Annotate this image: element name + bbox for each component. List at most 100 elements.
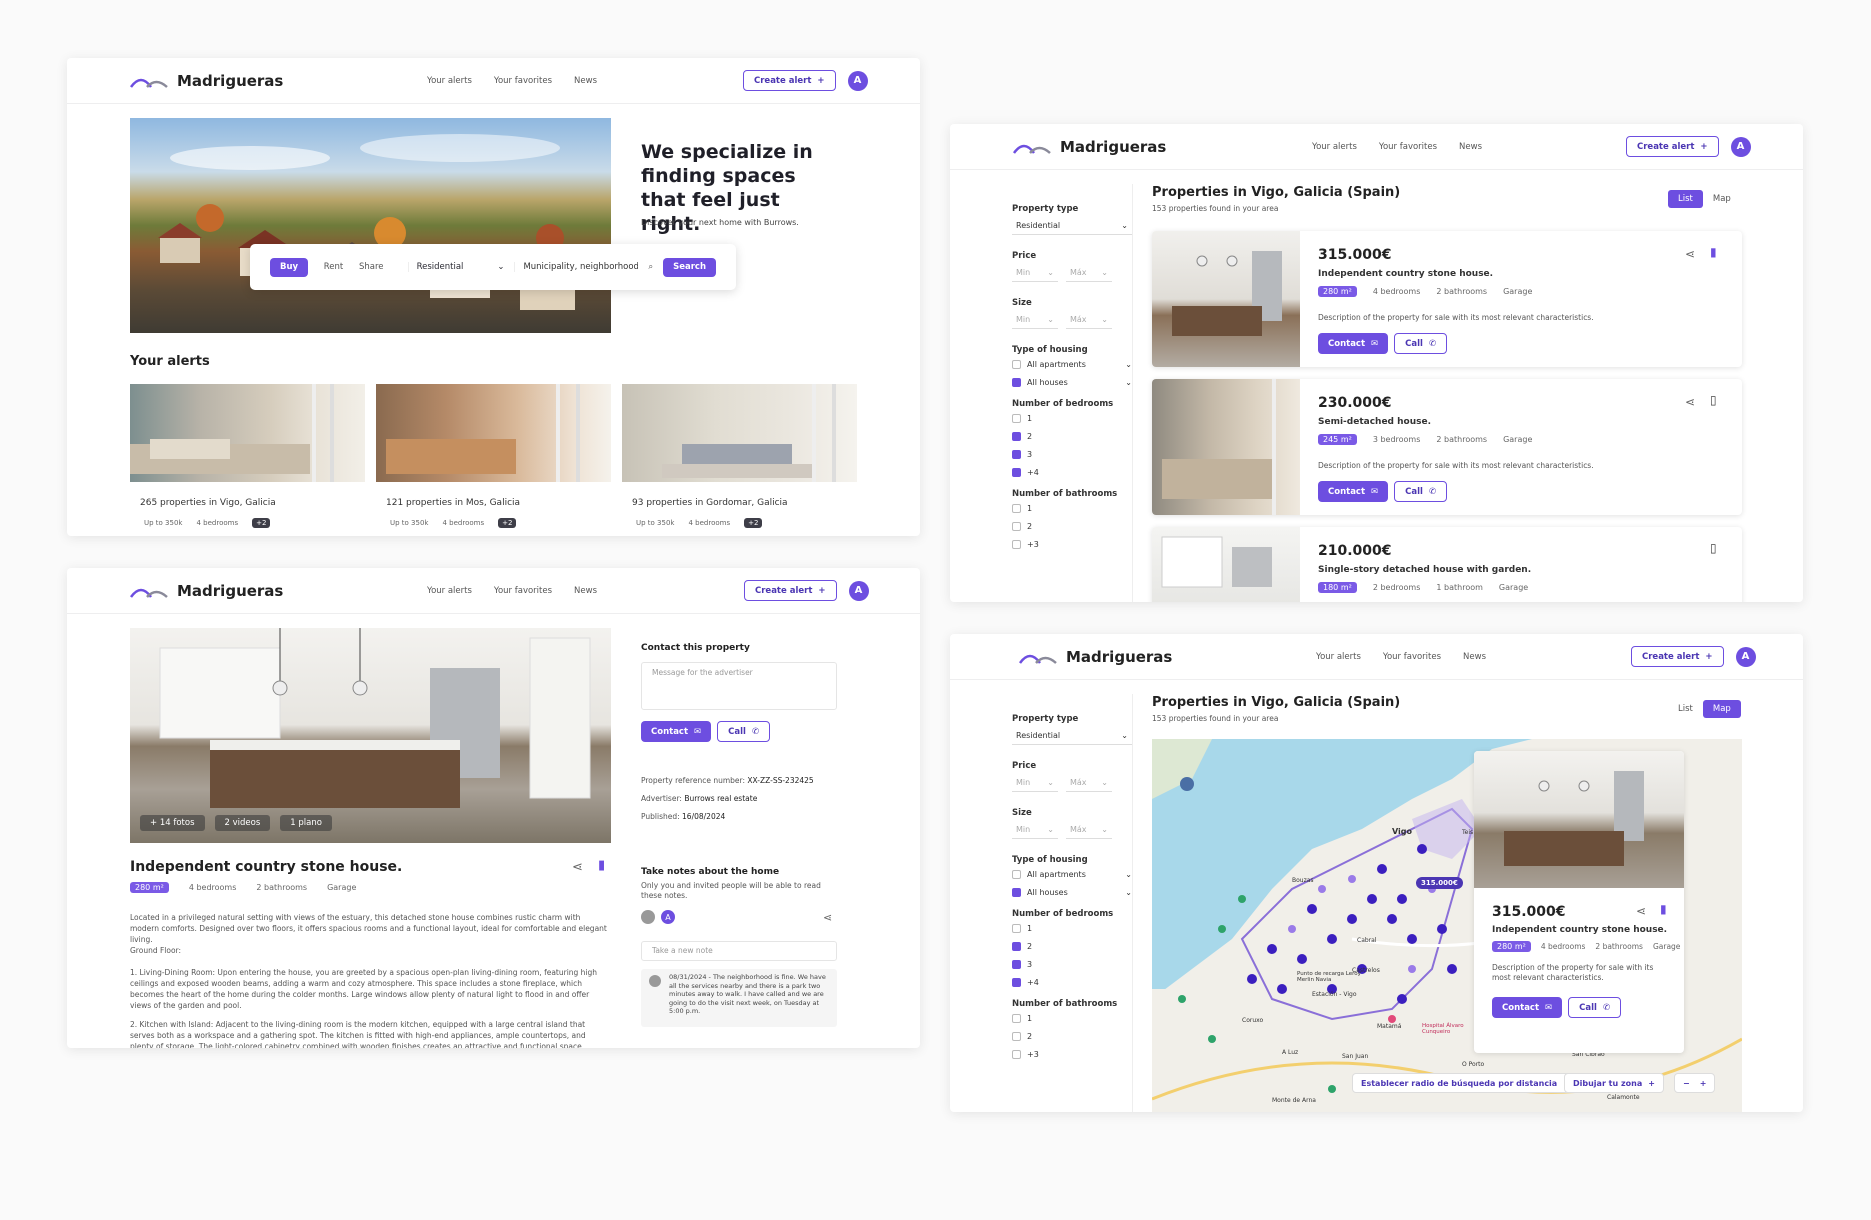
radius-search-button[interactable]: Establecer radio de búsqueda por distanc… bbox=[1352, 1073, 1579, 1093]
zoom-in-icon[interactable]: + bbox=[1700, 1079, 1707, 1088]
bedroom-checkbox-3[interactable]: 3 bbox=[1012, 445, 1132, 463]
map-view[interactable]: Vigo Castrelos Punto de recarga Leroy Me… bbox=[1152, 739, 1742, 1112]
property-type-select[interactable]: Residential ⌄ bbox=[1012, 727, 1132, 745]
map-tab[interactable]: Map bbox=[1703, 190, 1741, 208]
plan-button[interactable]: 1 plano bbox=[280, 815, 332, 831]
call-button[interactable]: Call ✆ bbox=[1568, 997, 1622, 1018]
nav-news[interactable]: News bbox=[1459, 142, 1482, 152]
bathroom-checkbox-1[interactable]: 1 bbox=[1012, 1009, 1132, 1027]
tab-share[interactable]: Share bbox=[359, 262, 398, 272]
list-tab[interactable]: List bbox=[1668, 700, 1703, 718]
bathroom-checkbox-3[interactable]: +3 bbox=[1012, 1045, 1132, 1063]
location-input[interactable]: Municipality, neighborhood... bbox=[514, 262, 638, 272]
nav-favorites[interactable]: Your favorites bbox=[1379, 142, 1437, 152]
call-button[interactable]: Call ✆ bbox=[717, 721, 771, 742]
logo[interactable]: Madrigueras bbox=[1018, 648, 1172, 666]
draw-zone-button[interactable]: Dibujar tu zona + bbox=[1564, 1073, 1664, 1093]
avatar[interactable]: A bbox=[848, 580, 869, 601]
logo[interactable]: Madrigueras bbox=[1012, 138, 1166, 156]
note-input[interactable]: Take a new note bbox=[641, 941, 837, 961]
map-popup-card[interactable]: 315.000€ ⋖ ▮ Independent country stone h… bbox=[1474, 751, 1684, 1053]
photos-button[interactable]: + 14 fotos bbox=[140, 815, 205, 831]
share-icon[interactable]: ⋖ bbox=[1685, 395, 1695, 409]
apartments-checkbox[interactable]: All apartments ⌄ bbox=[1012, 865, 1132, 883]
contact-button[interactable]: Contact ✉ bbox=[1492, 997, 1563, 1018]
map-price-pin[interactable]: 315.000€ bbox=[1416, 877, 1463, 889]
nav-alerts[interactable]: Your alerts bbox=[1312, 142, 1357, 152]
alert-card-1[interactable]: 265 properties in Vigo, Galicia Up to 35… bbox=[130, 384, 365, 536]
create-alert-button[interactable]: Create alert + bbox=[744, 580, 837, 601]
create-alert-button[interactable]: Create alert + bbox=[1626, 136, 1719, 157]
bedroom-checkbox-2[interactable]: 2 bbox=[1012, 937, 1132, 955]
price-max-select[interactable]: Máx ⌄ bbox=[1066, 774, 1112, 792]
call-button[interactable]: Call ✆ bbox=[1394, 333, 1448, 354]
create-alert-button[interactable]: Create alert + bbox=[743, 70, 836, 91]
map-label-teis: Teis bbox=[1462, 829, 1474, 836]
nav-news[interactable]: News bbox=[574, 586, 597, 596]
bedroom-checkbox-3[interactable]: 3 bbox=[1012, 955, 1132, 973]
nav-alerts[interactable]: Your alerts bbox=[1316, 652, 1361, 662]
bookmark-icon[interactable]: ▮ bbox=[1710, 245, 1717, 259]
nav-favorites[interactable]: Your favorites bbox=[1383, 652, 1441, 662]
size-min-select[interactable]: Min ⌄ bbox=[1012, 311, 1058, 329]
map-tab[interactable]: Map bbox=[1702, 700, 1741, 718]
type-select[interactable]: Residential ⌄ bbox=[407, 262, 504, 272]
nav-news[interactable]: News bbox=[1463, 652, 1486, 662]
bookmark-icon[interactable]: ▯ bbox=[1710, 541, 1717, 555]
avatar[interactable]: A bbox=[1735, 646, 1756, 667]
bedroom-checkbox-1[interactable]: 1 bbox=[1012, 409, 1132, 427]
contact-button[interactable]: Contact ✉ bbox=[1318, 481, 1389, 502]
logo[interactable]: Madrigueras bbox=[129, 582, 283, 600]
share-icon[interactable]: ⋖ bbox=[572, 860, 583, 875]
nav-favorites[interactable]: Your favorites bbox=[494, 76, 552, 86]
bedroom-checkbox-1[interactable]: 1 bbox=[1012, 919, 1132, 937]
nav-alerts[interactable]: Your alerts bbox=[427, 76, 472, 86]
share-icon[interactable]: ⋖ bbox=[823, 911, 832, 924]
price-min-select[interactable]: Min ⌄ bbox=[1012, 774, 1058, 792]
houses-checkbox[interactable]: All houses ⌄ bbox=[1012, 373, 1132, 391]
tab-buy[interactable]: Buy bbox=[270, 257, 309, 277]
bathroom-checkbox-1[interactable]: 1 bbox=[1012, 499, 1132, 517]
bathroom-checkbox-2[interactable]: 2 bbox=[1012, 1027, 1132, 1045]
property-card-3[interactable]: 210.000€ ▯ Single-story detached house w… bbox=[1152, 527, 1742, 602]
price-min-select[interactable]: Min ⌄ bbox=[1012, 264, 1058, 282]
bathroom-checkbox-3[interactable]: +3 bbox=[1012, 535, 1132, 553]
apartments-checkbox[interactable]: All apartments ⌄ bbox=[1012, 355, 1132, 373]
zoom-out-icon[interactable]: − bbox=[1683, 1079, 1690, 1088]
size-min-select[interactable]: Min ⌄ bbox=[1012, 821, 1058, 839]
bookmark-icon[interactable]: ▯ bbox=[1710, 393, 1717, 407]
search-button[interactable]: Search bbox=[663, 257, 716, 277]
share-icon[interactable]: ⋖ bbox=[1636, 904, 1646, 918]
property-type-select[interactable]: Residential ⌄ bbox=[1012, 217, 1132, 235]
size-max-select[interactable]: Máx ⌄ bbox=[1066, 311, 1112, 329]
property-card-1[interactable]: 315.000€ ⋖ ▮ Independent country stone h… bbox=[1152, 231, 1742, 367]
alert-card-2[interactable]: 121 properties in Mos, Galicia Up to 350… bbox=[376, 384, 611, 536]
search-icon[interactable]: ⌕ bbox=[648, 262, 653, 272]
size-max-select[interactable]: Máx ⌄ bbox=[1066, 821, 1112, 839]
property-card-2[interactable]: 230.000€ ⋖ ▯ Semi-detached house. 245 m²… bbox=[1152, 379, 1742, 515]
bedroom-checkbox-4[interactable]: +4 bbox=[1012, 973, 1132, 991]
avatar[interactable]: A bbox=[1730, 136, 1751, 157]
logo[interactable]: Madrigueras bbox=[129, 72, 283, 90]
bedroom-checkbox-4[interactable]: +4 bbox=[1012, 463, 1132, 481]
bedroom-checkbox-2[interactable]: 2 bbox=[1012, 427, 1132, 445]
message-textarea[interactable]: Message for the advertiser bbox=[641, 662, 837, 710]
houses-checkbox[interactable]: All houses ⌄ bbox=[1012, 883, 1132, 901]
nav-favorites[interactable]: Your favorites bbox=[494, 586, 552, 596]
alert-card-3[interactable]: 93 properties in Gordomar, Galicia Up to… bbox=[622, 384, 857, 536]
contact-button[interactable]: Contact ✉ bbox=[641, 721, 712, 742]
bathroom-checkbox-2[interactable]: 2 bbox=[1012, 517, 1132, 535]
list-tab[interactable]: List bbox=[1668, 190, 1703, 208]
contact-button[interactable]: Contact ✉ bbox=[1318, 333, 1389, 354]
call-button[interactable]: Call ✆ bbox=[1394, 481, 1448, 502]
avatar[interactable]: A bbox=[847, 70, 868, 91]
price-max-select[interactable]: Máx ⌄ bbox=[1066, 264, 1112, 282]
nav-alerts[interactable]: Your alerts bbox=[427, 586, 472, 596]
videos-button[interactable]: 2 videos bbox=[214, 815, 271, 831]
bookmark-icon[interactable]: ▮ bbox=[1660, 902, 1667, 916]
share-icon[interactable]: ⋖ bbox=[1685, 247, 1695, 261]
bookmark-icon[interactable]: ▮ bbox=[598, 858, 605, 873]
tab-rent[interactable]: Rent bbox=[318, 262, 349, 272]
nav-news[interactable]: News bbox=[574, 76, 597, 86]
create-alert-button[interactable]: Create alert + bbox=[1631, 646, 1724, 667]
